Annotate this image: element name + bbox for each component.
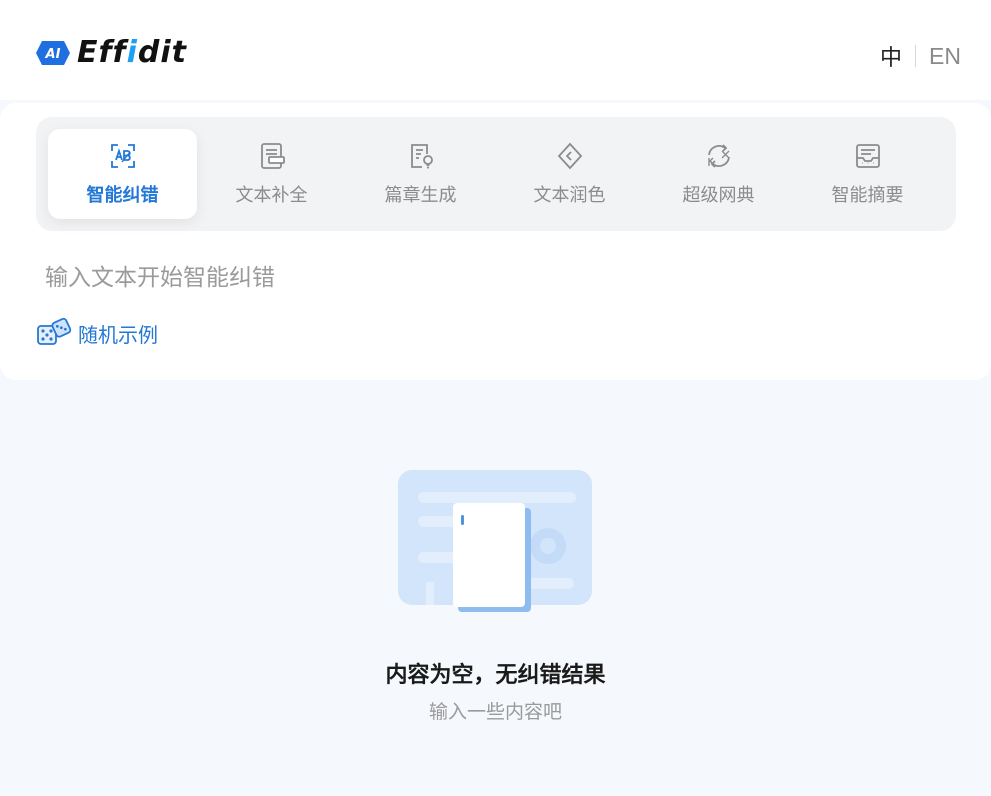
feature-tabs: 智能纠错 文本补全 篇章生成 文本润色 超级网典 智能摘要	[36, 117, 956, 231]
tag-icon	[557, 142, 583, 170]
document-icon	[261, 143, 285, 169]
logo-wordmark: Effidit	[77, 35, 188, 70]
tab-text-completion[interactable]: 文本补全	[197, 129, 346, 219]
text-input-placeholder[interactable]: 输入文本开始智能纠错	[45, 258, 275, 292]
empty-document-illustration	[398, 470, 592, 612]
tab-super-dictionary[interactable]: 超级网典	[644, 129, 793, 219]
random-example-label: 随机示例	[78, 322, 158, 347]
tab-smart-correction[interactable]: 智能纠错	[48, 129, 197, 219]
lang-en-option[interactable]: EN	[929, 43, 961, 70]
top-header: AI Effidit 中 EN	[0, 0, 991, 100]
tab-smart-summary[interactable]: 智能摘要	[793, 129, 942, 219]
empty-state-title: 内容为空，无纠错结果	[385, 663, 606, 688]
swap-icon	[708, 144, 730, 168]
editor-panel: 智能纠错 文本补全 篇章生成 文本润色 超级网典 智能摘要 输入文本开始智能纠错…	[0, 103, 991, 380]
tab-label: 智能纠错	[86, 185, 159, 206]
article-bulb-icon	[411, 144, 433, 169]
lang-divider	[915, 45, 917, 67]
tab-article-generation[interactable]: 篇章生成	[346, 129, 495, 219]
tab-text-polish[interactable]: 文本润色	[495, 129, 644, 219]
svg-text:AI: AI	[45, 47, 61, 62]
tab-label: 文本润色	[533, 185, 606, 206]
tab-label: 智能摘要	[831, 185, 904, 206]
dice-icon	[37, 317, 72, 345]
tab-label: 超级网典	[682, 185, 755, 206]
summary-icon	[856, 144, 880, 168]
ai-logo-icon: AI	[36, 41, 70, 65]
tab-label: 文本补全	[235, 185, 308, 206]
empty-state-subtitle: 输入一些内容吧	[428, 701, 562, 723]
language-switch: 中 EN	[880, 40, 961, 72]
ab-scan-icon	[111, 144, 135, 168]
effidit-logo[interactable]: AI Effidit	[35, 36, 187, 70]
tab-label: 篇章生成	[384, 185, 457, 206]
lang-zh-option[interactable]: 中	[880, 40, 902, 72]
random-example-button[interactable]: 随机示例	[36, 317, 158, 349]
